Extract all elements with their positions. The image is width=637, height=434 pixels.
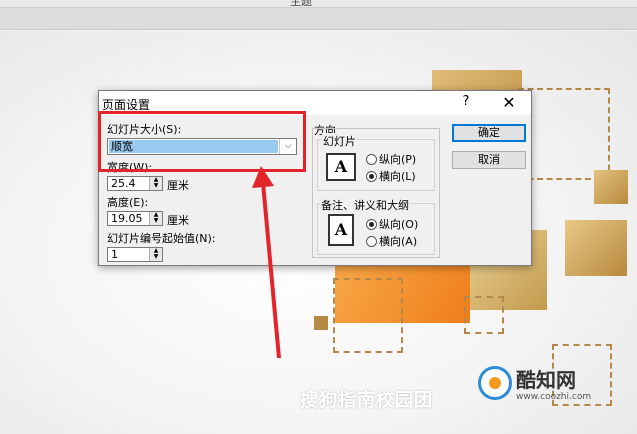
width-input[interactable]: 25.4 ▲ ▼: [107, 176, 163, 191]
height-value: 19.05: [111, 212, 143, 225]
slides-landscape-label: 横向(L): [379, 170, 416, 183]
radio-icon[interactable]: [366, 236, 377, 247]
close-button[interactable]: ✕: [498, 93, 520, 113]
start-number-spinner: ▲ ▼: [149, 248, 162, 261]
logo-url: www.coozhi.com: [516, 392, 592, 402]
spin-down-icon[interactable]: ▼: [150, 183, 162, 189]
decor-dashed-square: [464, 296, 504, 334]
help-button[interactable]: ?: [456, 94, 476, 112]
width-value: 25.4: [111, 177, 136, 190]
slides-orientation-group: 幻灯片 A 纵向(P) 横向(L): [317, 133, 435, 191]
notes-portrait-label: 纵向(O): [379, 218, 419, 231]
notes-landscape-label: 横向(A): [379, 235, 418, 248]
notes-portrait-option[interactable]: 纵向(O): [366, 216, 418, 232]
notes-legend: 备注、讲义和大纲: [320, 197, 410, 213]
decor-gold-square: [565, 220, 627, 276]
notes-landscape-option[interactable]: 横向(A): [366, 233, 417, 249]
radio-selected-icon[interactable]: [366, 171, 377, 182]
decor-dashed-square: [333, 278, 403, 353]
start-number-label: 幻灯片编号起始值(N):: [107, 232, 216, 245]
app-title-bar: 主题: [0, 0, 637, 8]
slides-portrait-option[interactable]: 纵向(P): [366, 151, 416, 167]
portrait-page-icon: A: [328, 214, 354, 246]
highlight-box: [98, 111, 306, 172]
watermark-text: 搜狗指南校园团: [300, 390, 433, 411]
slides-legend: 幻灯片: [322, 133, 357, 149]
spin-down-icon[interactable]: ▼: [150, 218, 162, 224]
decor-small-square: [314, 316, 328, 330]
height-label: 高度(E):: [107, 196, 149, 209]
site-logo: 酷知网 www.coozhi.com: [478, 362, 598, 408]
start-number-input[interactable]: 1 ▲ ▼: [107, 247, 163, 262]
height-unit: 厘米: [167, 214, 189, 227]
decor-gold-square: [594, 170, 628, 204]
orientation-group: 幻灯片 A 纵向(P) 横向(L) 备注、讲义和大纲 A 纵向(O) 横向(A): [312, 128, 440, 258]
cancel-button[interactable]: 取消: [452, 151, 526, 169]
landscape-page-icon: A: [326, 153, 356, 181]
width-spinner: ▲ ▼: [149, 177, 162, 190]
slides-portrait-label: 纵向(P): [379, 153, 417, 166]
width-unit: 厘米: [167, 179, 189, 192]
radio-selected-icon[interactable]: [366, 219, 377, 230]
notes-orientation-group: 备注、讲义和大纲 A 纵向(O) 横向(A): [317, 197, 435, 255]
height-input[interactable]: 19.05 ▲ ▼: [107, 211, 163, 226]
slides-landscape-option[interactable]: 横向(L): [366, 168, 416, 184]
logo-icon: [478, 366, 512, 400]
logo-name: 酷知网: [516, 368, 576, 392]
ribbon-strip: [0, 8, 637, 30]
spin-down-icon[interactable]: ▼: [150, 254, 162, 260]
height-spinner: ▲ ▼: [149, 212, 162, 225]
start-number-value: 1: [111, 248, 118, 261]
ok-button[interactable]: 确定: [452, 124, 526, 142]
radio-icon[interactable]: [366, 154, 377, 165]
